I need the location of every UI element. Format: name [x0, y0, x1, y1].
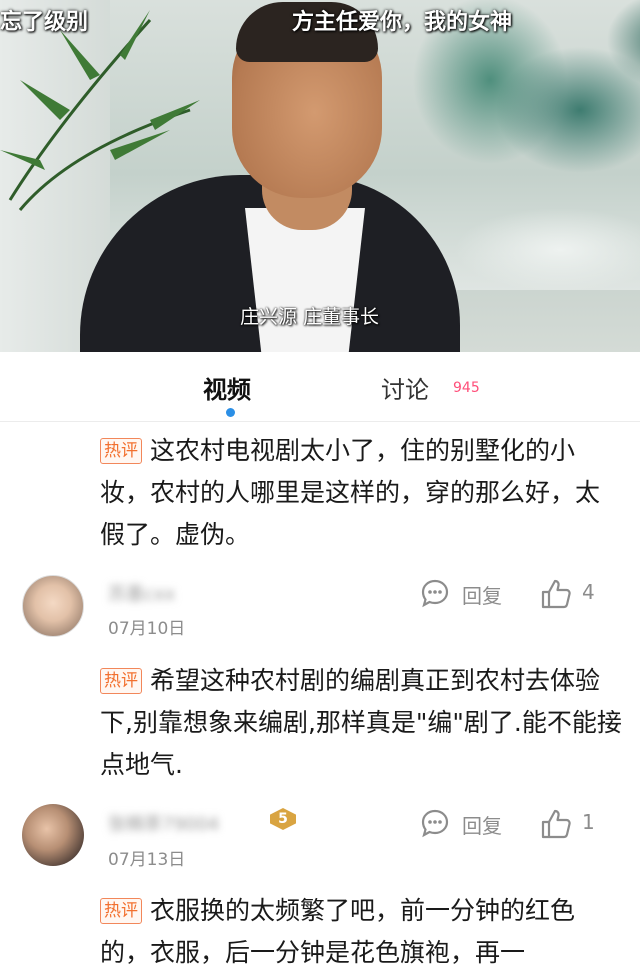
like-count: 1	[582, 810, 595, 834]
comment-text: 热评 希望这种农村剧的编剧真正到农村去体验下,别靠想象来编剧,那样真是"编"剧了.…	[100, 660, 624, 786]
username[interactable]: 张楠茶79004	[108, 810, 219, 836]
video-subtitle-right: 方主任爱你，我的女神	[292, 10, 513, 35]
thumbs-up-icon	[541, 579, 571, 609]
hot-comment-badge: 热评	[100, 898, 142, 924]
reply-label: 回复	[462, 814, 502, 838]
video-subtitle-left: 忘了级别	[0, 10, 89, 35]
comment-date: 07月13日	[108, 850, 186, 870]
user-level-badge: 5	[270, 808, 296, 830]
tab-bar: 视频 讨论 945	[0, 352, 640, 422]
reply-label: 回复	[462, 584, 502, 608]
avatar[interactable]	[22, 804, 84, 866]
comment-text: 热评 这农村电视剧太小了，住的别墅化的小妆，农村的人哪里是这样的，穿的那么好，太假…	[100, 430, 624, 556]
active-tab-indicator	[226, 408, 235, 417]
comment-body: 这农村电视剧太小了，住的别墅化的小妆，农村的人哪里是这样的，穿的那么好，太假了。…	[100, 436, 601, 549]
thumbs-up-icon	[541, 809, 571, 839]
like-count: 4	[582, 580, 595, 604]
comment-bubble-icon	[421, 579, 449, 608]
avatar[interactable]	[22, 575, 84, 637]
comment-bubble-icon	[421, 809, 449, 838]
comment-body: 衣服换的太频繁了吧，前一分钟的红色的，衣服，后一分钟是花色旗袍，再一	[100, 896, 576, 967]
hot-comment-badge: 热评	[100, 668, 142, 694]
hot-comment-badge: 热评	[100, 438, 142, 464]
tab-discussion[interactable]: 讨论	[381, 370, 429, 405]
username[interactable]: 苏墨cxx	[108, 580, 175, 606]
tab-video[interactable]: 视频	[203, 370, 251, 405]
video-caption: 庄兴源 庄董事长	[240, 306, 380, 328]
comment-text: 热评 衣服换的太频繁了吧，前一分钟的红色的，衣服，后一分钟是花色旗袍，再一	[100, 890, 624, 974]
discussion-count-badge: 945	[453, 380, 480, 396]
comment-date: 07月10日	[108, 619, 186, 639]
video-player[interactable]: 忘了级别 方主任爱你，我的女神 庄兴源 庄董事长	[0, 0, 640, 352]
comment-body: 希望这种农村剧的编剧真正到农村去体验下,别靠想象来编剧,那样真是"编"剧了.能不…	[100, 666, 622, 779]
